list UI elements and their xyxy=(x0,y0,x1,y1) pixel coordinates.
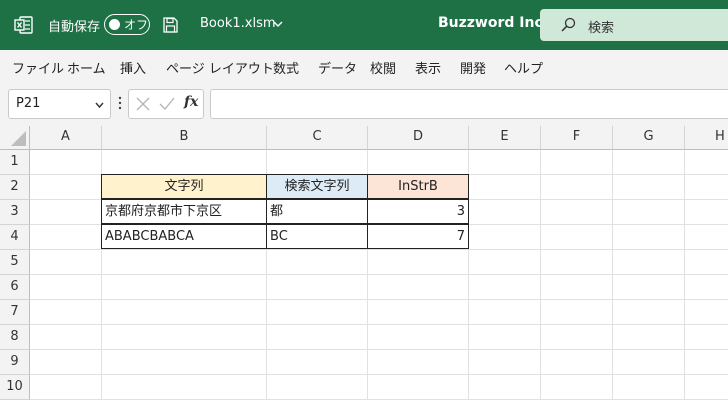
cell-b2[interactable]: 文字列 xyxy=(101,174,267,199)
company-name: Buzzword Inc. xyxy=(438,15,549,31)
chevron-down-icon[interactable] xyxy=(273,20,283,28)
gridline xyxy=(540,150,541,400)
more-options-icon[interactable] xyxy=(118,96,122,110)
menu-review[interactable]: 校閲 xyxy=(370,58,396,77)
menu-view[interactable]: 表示 xyxy=(415,58,441,77)
autosave-toggle[interactable]: オフ xyxy=(104,14,150,35)
name-box-value: P21 xyxy=(16,96,41,111)
gridline xyxy=(30,324,728,325)
gridline xyxy=(30,274,728,275)
column-header-d[interactable]: D xyxy=(368,126,469,150)
name-box[interactable]: P21 xyxy=(8,89,111,119)
gridline xyxy=(30,299,728,300)
title-bar: 自動保存 オフ Book1.xlsm Buzzword Inc. 検索 xyxy=(0,0,728,50)
gridline xyxy=(30,349,728,350)
chevron-down-icon[interactable] xyxy=(95,101,104,109)
excel-icon[interactable] xyxy=(14,15,34,35)
search-placeholder: 検索 xyxy=(588,21,615,36)
cell-d3[interactable]: 3 xyxy=(367,199,469,224)
cell-b3[interactable]: 京都府京都市下京区 xyxy=(101,199,267,224)
save-icon[interactable] xyxy=(163,17,178,33)
row-header-4[interactable]: 4 xyxy=(0,225,30,250)
column-header-b[interactable]: B xyxy=(102,126,267,150)
column-header-e[interactable]: E xyxy=(469,126,541,150)
column-header-c[interactable]: C xyxy=(267,126,368,150)
search-box[interactable]: 検索 xyxy=(540,9,728,41)
autosave-state: オフ xyxy=(124,18,149,32)
formula-bar: P21 fx xyxy=(0,82,728,126)
row-header-5[interactable]: 5 xyxy=(0,250,30,275)
menu-page-layout[interactable]: ページ レイアウト xyxy=(166,58,274,77)
gridline xyxy=(612,150,613,400)
menu-formulas[interactable]: 数式 xyxy=(273,58,299,77)
gridline xyxy=(30,249,728,250)
cell-c2[interactable]: 検索文字列 xyxy=(266,174,368,199)
menu-insert[interactable]: 挿入 xyxy=(120,58,146,77)
row-header-9[interactable]: 9 xyxy=(0,350,30,375)
insert-function-button[interactable]: fx xyxy=(184,94,198,110)
row-header-2[interactable]: 2 xyxy=(0,175,30,200)
enter-icon[interactable] xyxy=(159,97,175,111)
gridline xyxy=(684,150,685,400)
row-header-1[interactable]: 1 xyxy=(0,150,30,175)
file-name[interactable]: Book1.xlsm xyxy=(200,16,276,31)
column-header-f[interactable]: F xyxy=(541,126,613,150)
menu-bar: ファイル ホーム 挿入 ページ レイアウト 数式 データ 校閲 表示 開発 ヘル… xyxy=(0,50,728,82)
gridline xyxy=(30,374,728,375)
cell-c4[interactable]: BC xyxy=(266,224,368,249)
cell-d2[interactable]: InStrB xyxy=(367,174,469,199)
menu-help[interactable]: ヘルプ xyxy=(504,58,543,77)
cell-c3[interactable]: 都 xyxy=(266,199,368,224)
cancel-icon[interactable] xyxy=(136,97,150,111)
search-icon xyxy=(561,17,576,32)
select-all-corner[interactable] xyxy=(0,126,30,150)
row-header-7[interactable]: 7 xyxy=(0,300,30,325)
menu-file[interactable]: ファイル xyxy=(12,58,64,77)
cell-d4[interactable]: 7 xyxy=(367,224,469,249)
formula-input[interactable] xyxy=(210,89,728,119)
column-header-h[interactable]: H xyxy=(685,126,728,150)
menu-developer[interactable]: 開発 xyxy=(460,58,486,77)
cell-b4[interactable]: ABABCBABCA xyxy=(101,224,267,249)
menu-data[interactable]: データ xyxy=(318,58,357,77)
row-header-8[interactable]: 8 xyxy=(0,325,30,350)
column-header-g[interactable]: G xyxy=(613,126,685,150)
menu-home[interactable]: ホーム xyxy=(67,58,106,77)
column-header-a[interactable]: A xyxy=(30,126,102,150)
formula-buttons: fx xyxy=(128,89,204,119)
row-header-6[interactable]: 6 xyxy=(0,275,30,300)
row-header-10[interactable]: 10 xyxy=(0,375,30,400)
autosave-label: 自動保存 xyxy=(48,20,101,35)
row-header-3[interactable]: 3 xyxy=(0,200,30,225)
toggle-knob xyxy=(109,18,120,30)
